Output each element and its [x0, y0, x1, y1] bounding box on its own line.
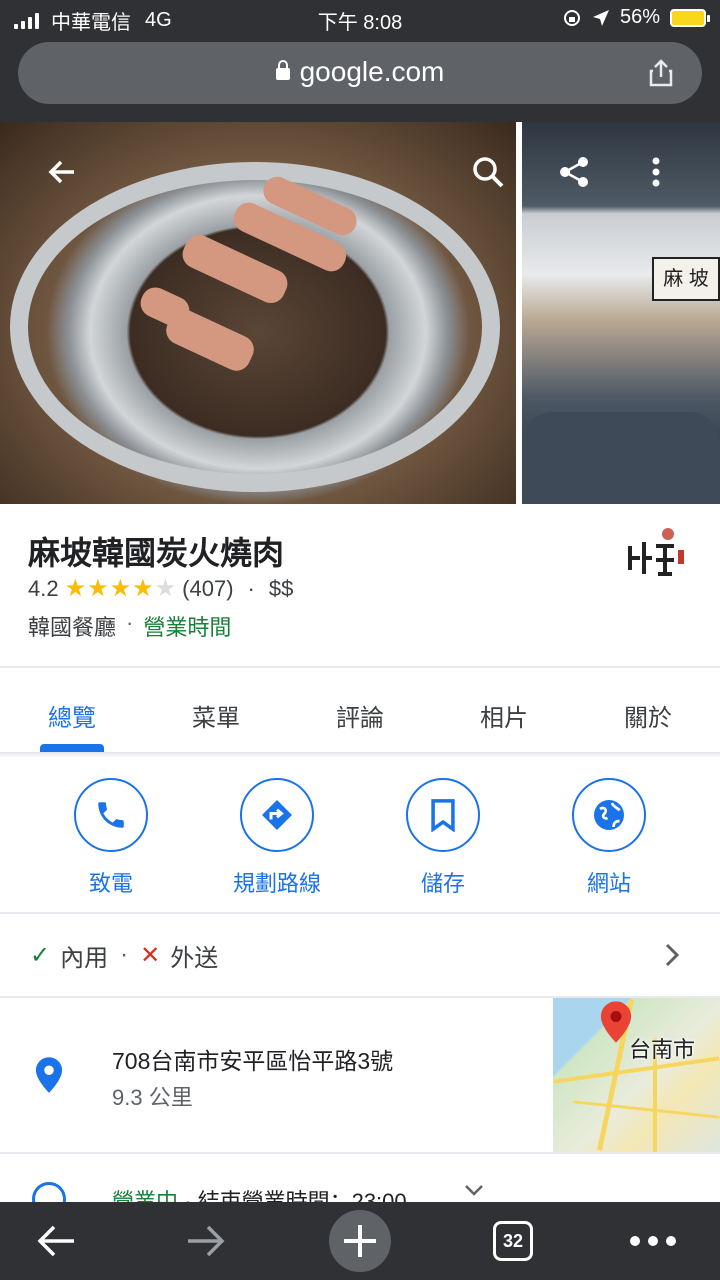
call-button-circle[interactable] [74, 778, 148, 852]
directions-label: 規劃路線 [232, 871, 321, 896]
star-icon: ★ [132, 575, 154, 602]
back-arrow-icon[interactable] [40, 150, 84, 194]
price-level: $$ [268, 575, 294, 601]
share-icon[interactable] [552, 150, 596, 194]
save-button-circle[interactable] [406, 778, 480, 852]
food-photo[interactable] [0, 122, 516, 504]
new-tab-plus-icon [329, 1210, 391, 1272]
map-road [573, 1100, 720, 1119]
location-arrow-icon [592, 9, 609, 26]
more-horiz-icon [630, 1236, 676, 1246]
cross-icon: ✕ [140, 941, 161, 969]
website-button-circle[interactable] [572, 778, 646, 852]
active-tab-indicator [40, 744, 104, 752]
browser-bottom-bar: 32 [0, 1202, 720, 1280]
call-button[interactable]: 致電 [36, 778, 186, 898]
save-label: 儲存 [420, 871, 465, 896]
tab-bar-shadow [0, 752, 720, 758]
battery-charging-icon [670, 8, 710, 27]
lock-rotation-icon [563, 9, 580, 26]
service-options-row[interactable]: ✓ 內用 · ✕ 外送 [0, 914, 720, 996]
website-button[interactable]: 網站 [534, 778, 684, 898]
star-rating: ★ ★ ★ ★ ★ [65, 574, 177, 603]
photo-gallery[interactable]: 麻 坡 [0, 122, 720, 504]
dine-in-label: 內用 [60, 944, 109, 972]
separator-dot: · [120, 941, 129, 968]
delivery-label: 外送 [170, 944, 219, 972]
address-text[interactable]: 708台南市安平區怡平路3號 [112, 1042, 393, 1076]
back-button[interactable] [20, 1202, 92, 1280]
directions-button[interactable]: 規劃路線 [202, 778, 352, 898]
tab-about[interactable]: 關於 [576, 668, 720, 752]
hours-text: 營業中 · 結束營業時間：23:00 [112, 1184, 407, 1202]
tabs-button[interactable]: 32 [486, 1202, 540, 1280]
rating-row[interactable]: 4.2 ★ ★ ★ ★ ★ (407) · $$ [28, 574, 293, 603]
action-buttons: 致電 規劃路線 儲存 網站 [0, 778, 720, 896]
clock-icon [32, 1182, 66, 1202]
battery-percent: 56% [619, 6, 660, 28]
phone-icon [98, 802, 124, 828]
car-shape [522, 412, 720, 504]
directions-button-circle[interactable] [240, 778, 314, 852]
tab-photos[interactable]: 相片 [432, 668, 576, 752]
location-pin-icon [35, 1057, 63, 1093]
chevron-right-icon[interactable] [664, 942, 680, 968]
star-icon: ★ [109, 575, 132, 602]
lock-icon [275, 60, 290, 80]
tabs-count-icon: 32 [493, 1221, 533, 1261]
bookmark-icon [431, 799, 455, 832]
website-label: 網站 [586, 871, 631, 896]
forward-arrow-icon [188, 1225, 225, 1257]
tab-overview[interactable]: 總覽 [0, 668, 144, 752]
review-count[interactable]: (407) [182, 576, 233, 602]
place-title: 麻坡韓國炭火燒肉 [28, 535, 285, 571]
tab-menu[interactable]: 菜單 [144, 668, 288, 752]
forward-button[interactable] [170, 1202, 242, 1280]
rating-value: 4.2 [28, 575, 59, 601]
tab-bar: 總覽 菜單 評論 相片 關於 [0, 668, 720, 752]
address-bar[interactable]: google.com [18, 42, 702, 104]
separator-dot: · [126, 610, 134, 635]
browser-toolbar: google.com [0, 36, 720, 122]
star-icon: ★ [87, 575, 109, 602]
url-display[interactable]: google.com [18, 56, 702, 88]
new-tab-button[interactable] [326, 1202, 394, 1280]
category-row: 韓國餐廳 · 營業時間 [28, 610, 231, 642]
status-right: 56% [562, 6, 710, 29]
url-text: google.com [299, 56, 445, 87]
search-icon[interactable] [466, 150, 510, 194]
open-status: 營業中 [112, 1189, 179, 1202]
category-label: 韓國餐廳 [28, 615, 117, 640]
chevron-down-icon[interactable] [464, 1184, 484, 1196]
back-arrow-icon [37, 1225, 74, 1257]
save-button[interactable]: 儲存 [368, 778, 518, 898]
share-icon[interactable] [646, 58, 676, 88]
directions-icon [262, 800, 292, 830]
star-icon: ★ [154, 575, 177, 602]
map-city-label: 台南市 [629, 1037, 696, 1062]
check-icon: ✓ [30, 941, 51, 969]
call-label: 致電 [88, 871, 133, 896]
tab-reviews[interactable]: 評論 [288, 668, 432, 752]
map-pin-icon [600, 1001, 632, 1043]
store-sign: 麻 坡 [652, 257, 720, 301]
globe-icon [594, 800, 624, 830]
status-bar: 中華電信 4G 下午 8:08 56% [0, 0, 720, 36]
distance-text: 9.3 公里 [112, 1085, 193, 1110]
more-vert-icon[interactable] [634, 150, 678, 194]
map-thumbnail[interactable]: 台南市 [553, 998, 720, 1152]
hours-link[interactable]: 營業時間 [143, 610, 231, 642]
star-icon: ★ [64, 575, 87, 602]
address-row[interactable]: 708台南市安平區怡平路3號 9.3 公里 台南市 [0, 998, 720, 1152]
closing-time: · 結束營業時間：23:00 [184, 1189, 407, 1202]
more-menu-button[interactable] [618, 1202, 688, 1280]
separator-dot: · [247, 575, 255, 601]
restaurant-logo [622, 524, 686, 588]
storefront-photo[interactable]: 麻 坡 [522, 122, 720, 504]
hours-row[interactable]: 營業中 · 結束營業時間：23:00 [0, 1154, 720, 1202]
